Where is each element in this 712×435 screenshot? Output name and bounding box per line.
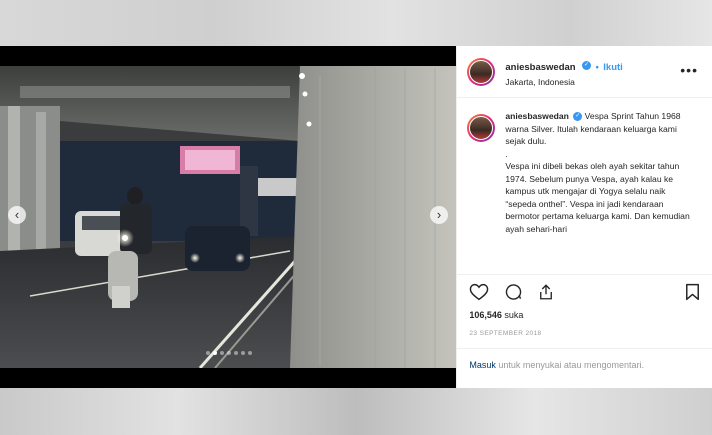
more-options-icon[interactable]: ••• [680, 62, 698, 78]
carousel-dot [233, 351, 238, 355]
caption: aniesbaswedan ✓ Vespa Sprint Tahun 1968 … [467, 110, 702, 270]
backdrop-top [0, 0, 712, 46]
carousel-next-button[interactable]: › [430, 206, 448, 224]
login-text: untuk menyukai atau mengomentari. [498, 360, 644, 370]
post-header: aniesbaswedan ✓ • Ikuti Jakarta, Indones… [457, 46, 712, 98]
carousel-dot [219, 351, 224, 355]
location-link[interactable]: Jakarta, Indonesia [505, 77, 622, 87]
carousel-dot [226, 351, 231, 355]
verified-badge-icon: ✓ [582, 60, 592, 70]
share-icon[interactable] [537, 283, 555, 306]
caption-line-2: . [505, 148, 508, 159]
instagram-post: ‹ › aniesbaswedan ✓ • Ikuti Jakarta, Ind… [0, 46, 712, 388]
carousel-prev-button[interactable]: ‹ [8, 206, 26, 224]
login-link[interactable]: Masuk [469, 360, 496, 370]
carousel-dots [0, 351, 456, 355]
actions-area: 106,546 suka 23 SEPTEMBER 2018 Masuk unt… [457, 274, 712, 387]
likes-number: 106,546 [469, 310, 502, 320]
avatar[interactable] [467, 57, 496, 86]
caption-line-3: Vespa ini dibeli bekas oleh ayah sekitar… [505, 161, 690, 234]
likes-count[interactable]: 106,546 suka [469, 310, 523, 320]
caption-username[interactable]: aniesbaswedan [505, 111, 569, 121]
follow-separator: • [595, 61, 599, 73]
heart-icon[interactable] [469, 283, 489, 306]
post-sidebar: aniesbaswedan ✓ • Ikuti Jakarta, Indones… [456, 46, 712, 388]
carousel-dot [247, 351, 252, 355]
bookmark-icon[interactable] [685, 283, 700, 306]
follow-button[interactable]: Ikuti [603, 62, 623, 73]
backdrop-bottom [0, 388, 712, 435]
carousel-dot [205, 351, 210, 355]
caption-avatar[interactable] [467, 114, 496, 142]
login-prompt: Masuk untuk menyukai atau mengomentari. [457, 348, 712, 386]
post-date[interactable]: 23 SEPTEMBER 2018 [469, 330, 541, 337]
post-photo[interactable]: ‹ › [0, 46, 457, 388]
carousel-dot [240, 351, 245, 355]
caption-verified-badge-icon: ✓ [573, 112, 583, 122]
tunnel-photo-image [0, 46, 457, 388]
likes-label: suka [504, 310, 524, 320]
comment-icon[interactable] [504, 283, 523, 306]
carousel-dot [212, 351, 217, 355]
header-username[interactable]: aniesbaswedan [505, 62, 575, 73]
